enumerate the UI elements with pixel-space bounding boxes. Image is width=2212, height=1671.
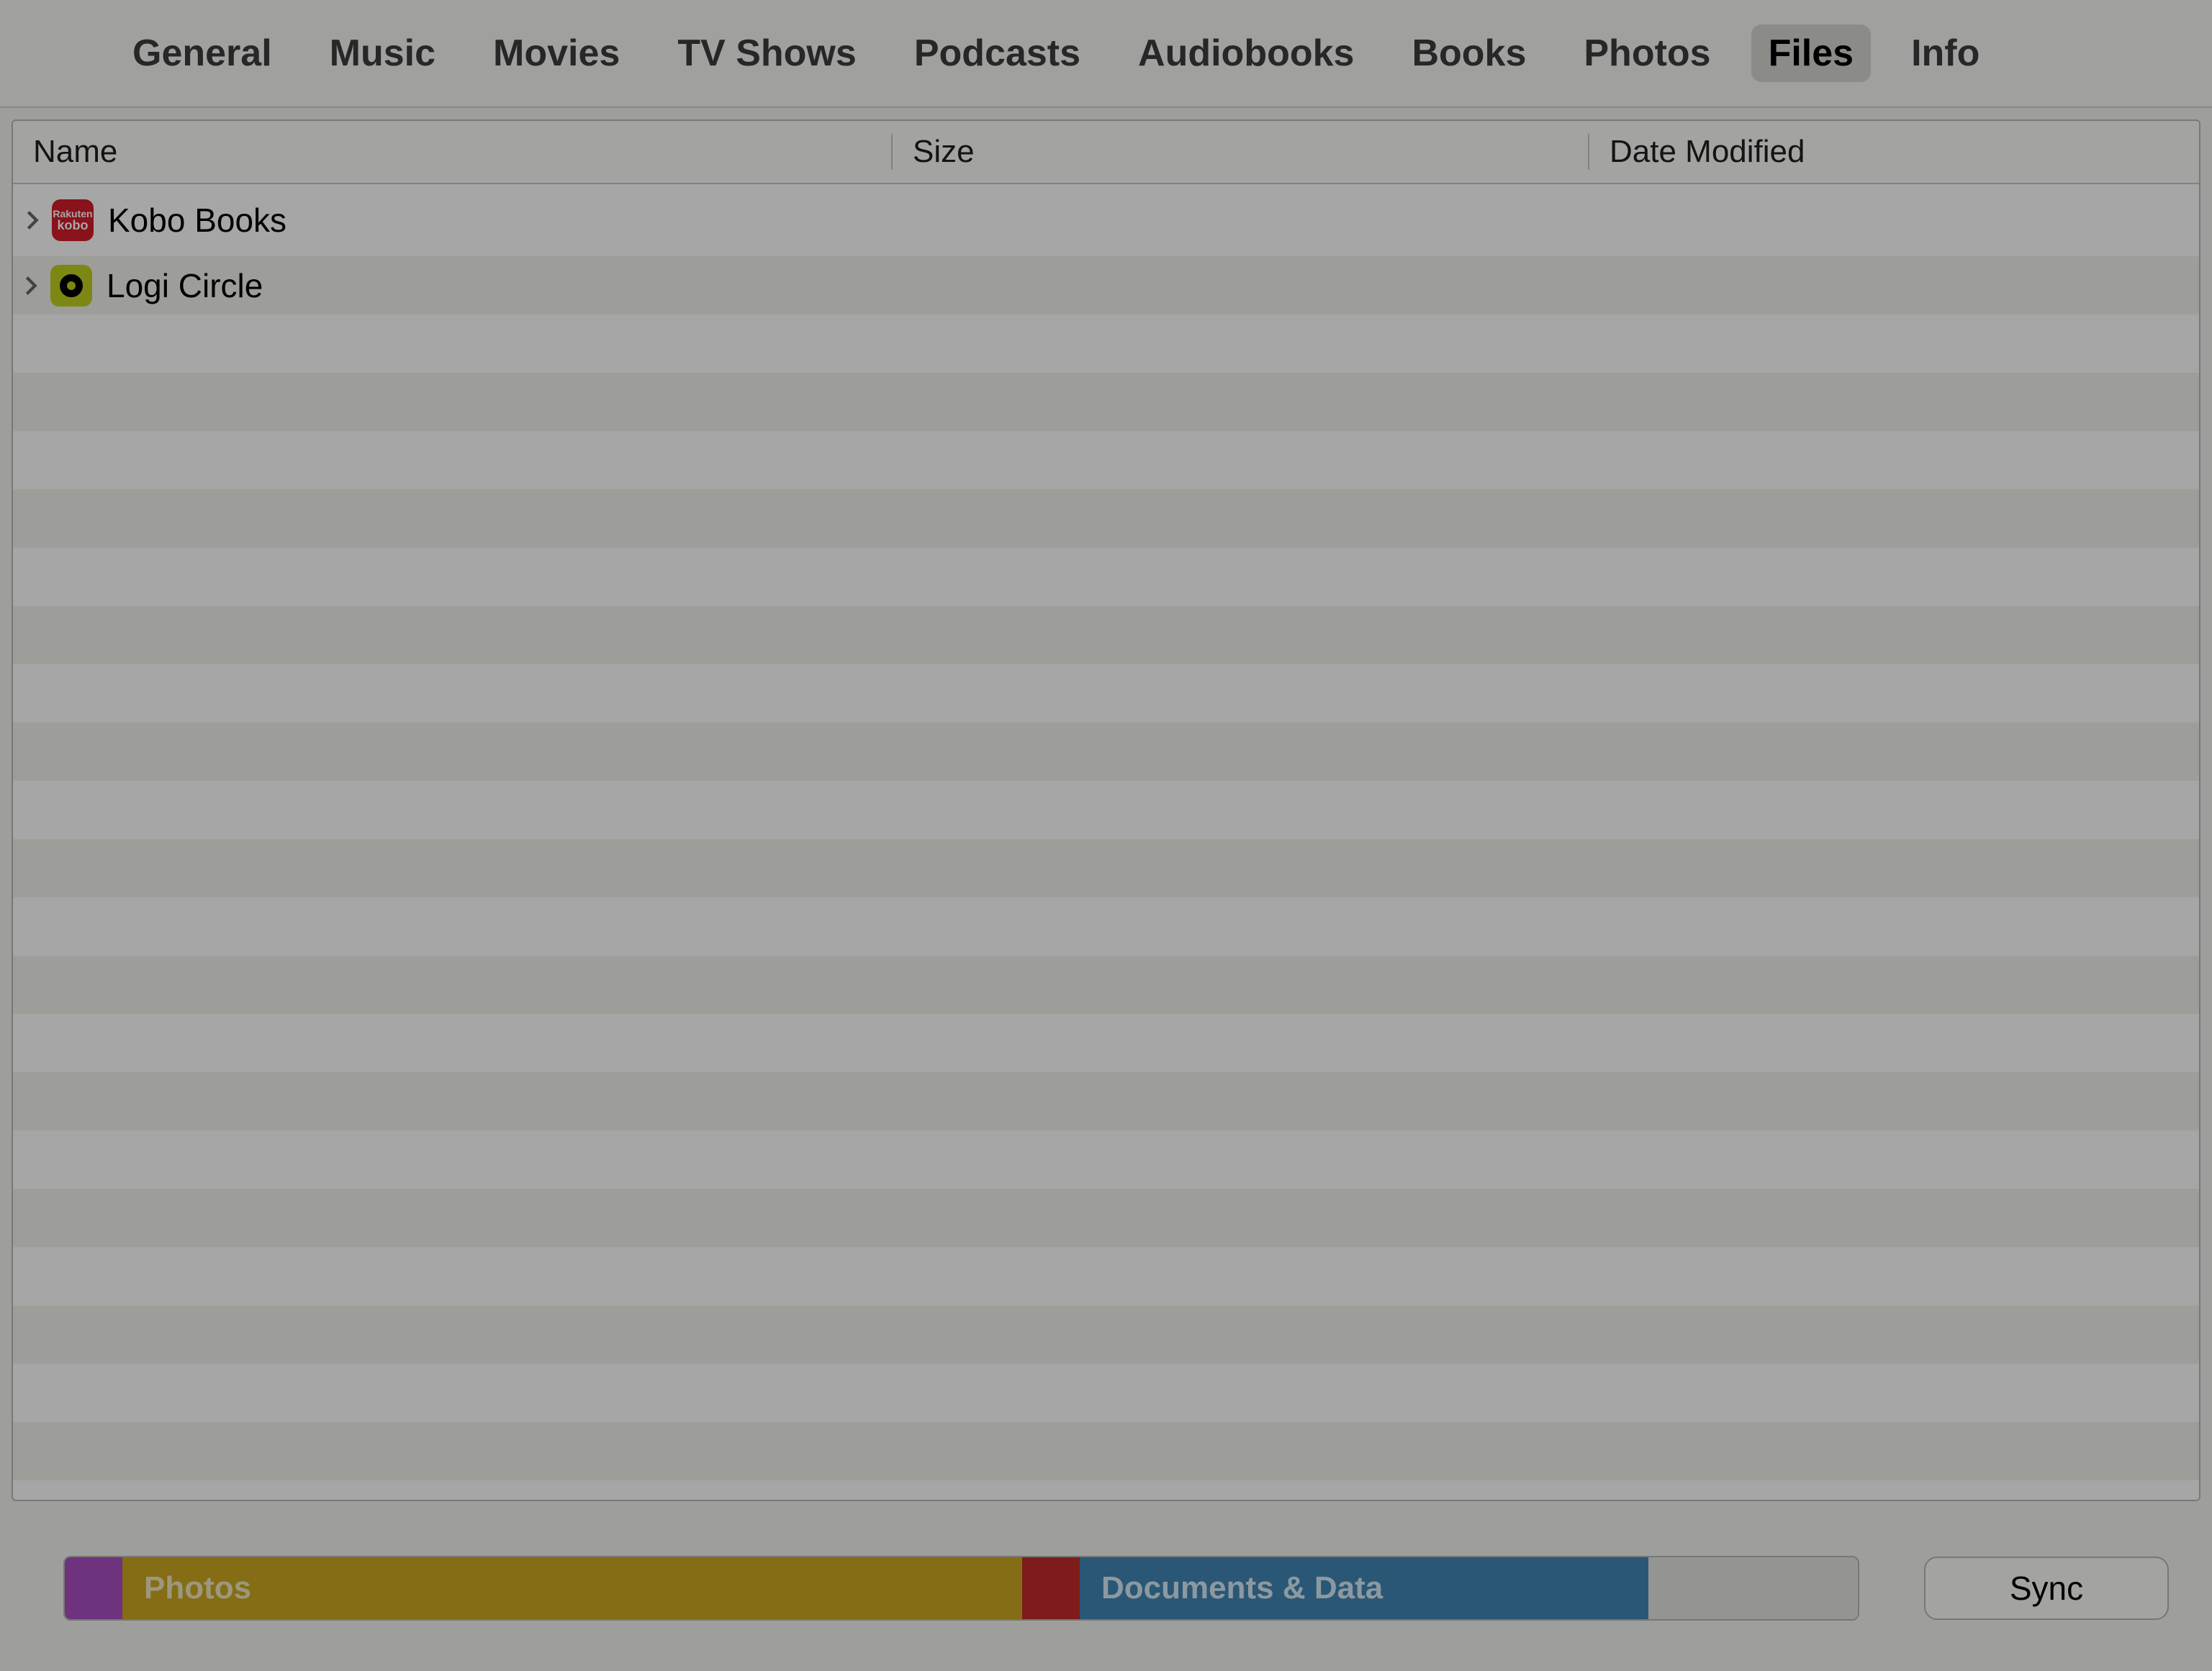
storage-segment-free (1648, 1557, 1858, 1619)
storage-segment-photos: Photos (122, 1557, 1022, 1619)
empty-row (13, 1247, 2199, 1305)
empty-row (13, 781, 2199, 839)
file-name: Logi Circle (107, 266, 2199, 305)
empty-row (13, 489, 2199, 548)
empty-row (13, 1014, 2199, 1072)
kobo-app-icon: Rakutenkobo (52, 199, 94, 241)
column-headers: Name Size Date Modified (13, 121, 2199, 184)
empty-row (13, 1305, 2199, 1364)
tab-info[interactable]: Info (1894, 24, 1997, 82)
files-panel: Name Size Date Modified Rakutenkobo Kobo… (12, 119, 2200, 1501)
file-row-kobo[interactable]: Rakutenkobo Kobo Books (12, 184, 383, 256)
chevron-right-icon[interactable] (19, 273, 43, 298)
column-header-name[interactable]: Name (13, 134, 891, 170)
empty-row (13, 1072, 2199, 1131)
tab-music[interactable]: Music (312, 24, 453, 82)
storage-bar: Photos Documents & Data (63, 1556, 1859, 1621)
empty-row (13, 314, 2199, 373)
tab-general[interactable]: General (115, 24, 289, 82)
sync-button[interactable]: Sync (1924, 1557, 2169, 1620)
empty-row (13, 373, 2199, 431)
empty-row (13, 1422, 2199, 1480)
tab-movies[interactable]: Movies (476, 24, 637, 82)
logi-app-icon (50, 265, 92, 307)
file-name: Kobo Books (108, 201, 383, 240)
chevron-right-icon[interactable] (20, 208, 45, 232)
tab-files[interactable]: Files (1751, 24, 1872, 82)
file-list: Rakutenkobo Kobo Books Logi Circle (13, 184, 2199, 1501)
tab-books[interactable]: Books (1394, 24, 1543, 82)
empty-row (13, 839, 2199, 897)
tab-podcasts[interactable]: Podcasts (897, 24, 1098, 82)
tab-audiobooks[interactable]: Audiobooks (1121, 24, 1371, 82)
empty-row (13, 723, 2199, 781)
empty-row (13, 1131, 2199, 1189)
empty-row (13, 431, 2199, 489)
bottom-bar: Photos Documents & Data Sync (0, 1505, 2212, 1671)
empty-row (13, 1364, 2199, 1422)
storage-segment-apps (65, 1557, 122, 1619)
empty-row (13, 956, 2199, 1014)
device-tabs: General Music Movies TV Shows Podcasts A… (0, 0, 2212, 108)
empty-row (13, 1189, 2199, 1247)
storage-segment-docs: Documents & Data (1080, 1557, 1648, 1619)
empty-row (13, 606, 2199, 664)
tab-photos[interactable]: Photos (1566, 24, 1728, 82)
column-header-size[interactable]: Size (891, 134, 1588, 170)
storage-segment-other (1022, 1557, 1080, 1619)
empty-row (13, 897, 2199, 956)
empty-row (13, 664, 2199, 723)
column-header-date[interactable]: Date Modified (1588, 134, 2199, 170)
file-row-logi[interactable]: Logi Circle (13, 256, 2199, 314)
tab-tvshows[interactable]: TV Shows (660, 24, 873, 82)
empty-row (13, 548, 2199, 606)
empty-row (13, 1480, 2199, 1501)
